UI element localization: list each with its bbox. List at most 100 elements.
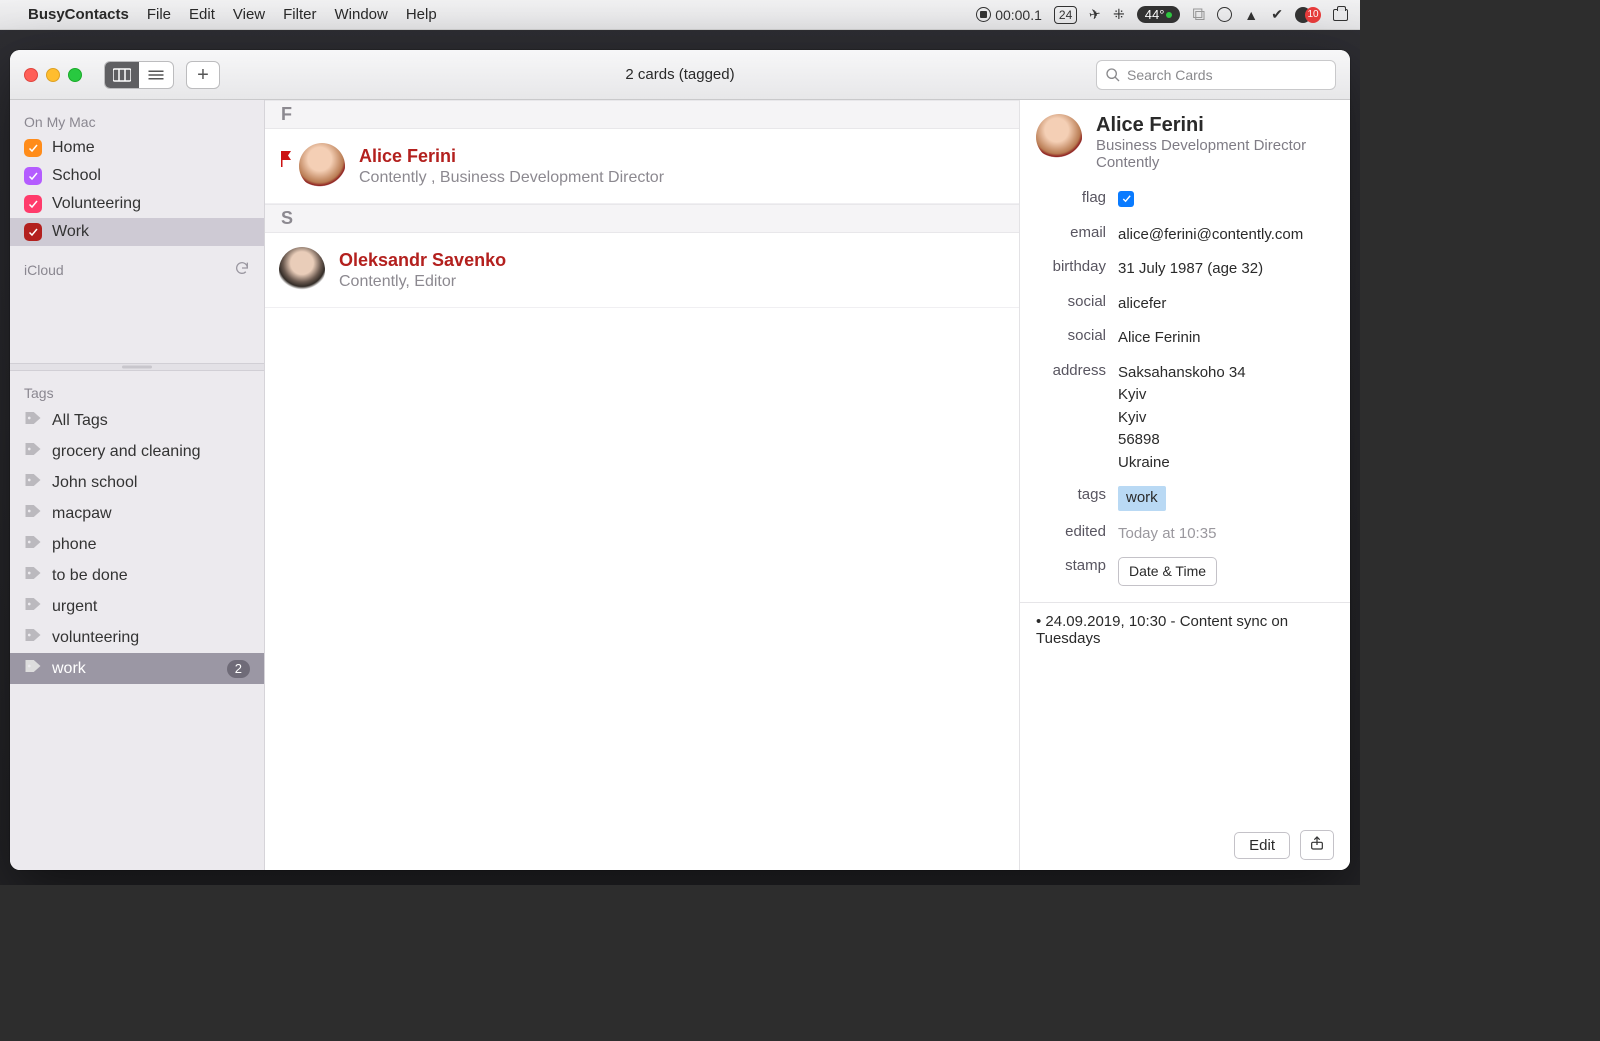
field-label-edited: edited: [1036, 523, 1106, 540]
status-dropbox-icon[interactable]: ⧉: [1192, 4, 1205, 25]
contact-subtitle: Contently, Editor: [339, 273, 506, 291]
sidebar-calendar-school[interactable]: School: [10, 162, 264, 190]
macos-menubar: BusyContacts File Edit View Filter Windo…: [0, 0, 1360, 30]
detail-title: Business Development Director: [1096, 137, 1306, 154]
sidebar-calendar-checkbox[interactable]: [24, 223, 42, 241]
menu-filter[interactable]: Filter: [283, 6, 316, 23]
window-minimize-button[interactable]: [46, 68, 60, 82]
tag-icon: [24, 627, 42, 648]
field-value-edited: Today at 10:35: [1118, 523, 1334, 546]
status-time: 00:00.1: [995, 7, 1042, 23]
sidebar-tag-item[interactable]: urgent: [10, 591, 264, 622]
contact-avatar: [299, 143, 345, 189]
sidebar-tag-label: to be done: [52, 567, 128, 585]
sidebar-tag-item[interactable]: grocery and cleaning: [10, 436, 264, 467]
field-label-social1: social: [1036, 293, 1106, 310]
sync-icon[interactable]: [234, 260, 250, 279]
field-value-email[interactable]: alice@ferini@contently.com: [1118, 224, 1334, 247]
sidebar-calendar-checkbox[interactable]: [24, 195, 42, 213]
field-value-social1[interactable]: alicefer: [1118, 293, 1334, 316]
sidebar-tag-label: macpaw: [52, 505, 112, 523]
status-paperplane-icon[interactable]: ✈︎: [1088, 5, 1103, 24]
add-card-button[interactable]: +: [186, 61, 220, 89]
detail-share-button[interactable]: [1300, 830, 1334, 860]
field-label-stamp: stamp: [1036, 557, 1106, 574]
sidebar-tag-item[interactable]: All Tags: [10, 405, 264, 436]
sidebar-calendar-home[interactable]: Home: [10, 134, 264, 162]
detail-tag-pill[interactable]: work: [1118, 486, 1166, 511]
field-value-address: Saksahanskoho 34 Kyiv Kyiv 56898 Ukraine: [1118, 362, 1334, 475]
menu-file[interactable]: File: [147, 6, 171, 23]
detail-edit-button[interactable]: Edit: [1234, 832, 1290, 859]
detail-company: Contently: [1096, 154, 1306, 171]
field-value-birthday: 31 July 1987 (age 32): [1118, 258, 1334, 281]
contact-card[interactable]: Alice FeriniContently , Business Develop…: [265, 129, 1019, 204]
tag-icon: [24, 410, 42, 431]
tag-icon: [24, 596, 42, 617]
sidebar-tag-label: grocery and cleaning: [52, 443, 201, 461]
menu-view[interactable]: View: [233, 6, 265, 23]
share-icon: [1309, 835, 1325, 851]
sidebar-calendar-volunteering[interactable]: Volunteering: [10, 190, 264, 218]
sidebar-tag-item[interactable]: phone: [10, 529, 264, 560]
sidebar-heading-onmymac: On My Mac: [10, 106, 264, 134]
sidebar-tag-item[interactable]: to be done: [10, 560, 264, 591]
list-section-header: S: [265, 204, 1019, 233]
menu-edit[interactable]: Edit: [189, 6, 215, 23]
detail-notes[interactable]: • 24.09.2019, 10:30 - Content sync on Tu…: [1020, 602, 1350, 657]
status-triangle-icon[interactable]: ▲: [1244, 7, 1259, 22]
window-close-button[interactable]: [24, 68, 38, 82]
sidebar-tag-item[interactable]: John school: [10, 467, 264, 498]
status-airplay-icon[interactable]: [1333, 9, 1348, 21]
sidebar-heading-icloud-label: iCloud: [24, 262, 64, 278]
field-label-birthday: birthday: [1036, 258, 1106, 275]
sidebar-tag-label: John school: [52, 474, 137, 492]
detail-panel: Alice Ferini Business Development Direct…: [1020, 100, 1350, 870]
sidebar-tag-label: phone: [52, 536, 97, 554]
sidebar-tag-item[interactable]: work 2: [10, 653, 264, 684]
stamp-datetime-button[interactable]: Date & Time: [1118, 557, 1217, 586]
status-date-icon[interactable]: 24: [1054, 6, 1077, 24]
sidebar-tag-count: 2: [227, 660, 250, 678]
field-value-social2[interactable]: Alice Ferinin: [1118, 327, 1334, 350]
field-value-tags[interactable]: work: [1118, 486, 1334, 511]
status-weather[interactable]: 44°: [1137, 6, 1181, 23]
sidebar-tag-label: work: [52, 660, 86, 678]
contact-avatar: [279, 247, 325, 293]
list-icon: [147, 68, 165, 82]
sidebar-tag-item[interactable]: volunteering: [10, 622, 264, 653]
status-record-icon[interactable]: 00:00.1: [976, 7, 1042, 23]
sidebar: On My Mac Home SchoolVolunteeringWork iCl…: [10, 100, 265, 870]
status-notif-icon[interactable]: 10: [1295, 7, 1321, 23]
field-label-flag: flag: [1036, 189, 1106, 206]
sidebar-calendar-checkbox[interactable]: [24, 139, 42, 157]
status-circle-icon[interactable]: [1217, 7, 1232, 22]
search-placeholder: Search Cards: [1127, 67, 1213, 83]
field-label-tags: tags: [1036, 486, 1106, 503]
sidebar-splitter[interactable]: [10, 363, 264, 371]
sidebar-calendar-checkbox[interactable]: [24, 167, 42, 185]
status-check-icon[interactable]: ✔︎: [1271, 6, 1283, 23]
window-toolbar: + 2 cards (tagged) Search Cards: [10, 50, 1350, 100]
field-value-flag[interactable]: [1118, 189, 1334, 212]
contact-subtitle: Contently , Business Development Directo…: [359, 169, 664, 187]
sidebar-heading-icloud[interactable]: iCloud: [10, 252, 264, 283]
app-menu[interactable]: BusyContacts: [28, 6, 129, 23]
sidebar-calendar-label: Home: [52, 139, 95, 157]
contact-card[interactable]: Oleksandr SavenkoContently, Editor: [265, 233, 1019, 308]
menu-window[interactable]: Window: [334, 6, 387, 23]
plus-icon: +: [197, 65, 209, 85]
field-label-social2: social: [1036, 327, 1106, 344]
menu-help[interactable]: Help: [406, 6, 437, 23]
tag-icon: [24, 658, 42, 679]
window-zoom-button[interactable]: [68, 68, 82, 82]
view-mode-list-button[interactable]: [139, 62, 173, 88]
sidebar-tag-item[interactable]: macpaw: [10, 498, 264, 529]
view-mode-columns-button[interactable]: [105, 62, 139, 88]
detail-avatar: [1036, 114, 1082, 160]
detail-name: Alice Ferini: [1096, 114, 1306, 137]
status-bluetooth-icon[interactable]: ⁜: [1113, 6, 1125, 23]
search-input[interactable]: Search Cards: [1096, 60, 1336, 90]
tag-icon: [24, 441, 42, 462]
sidebar-calendar-work[interactable]: Work: [10, 218, 264, 246]
